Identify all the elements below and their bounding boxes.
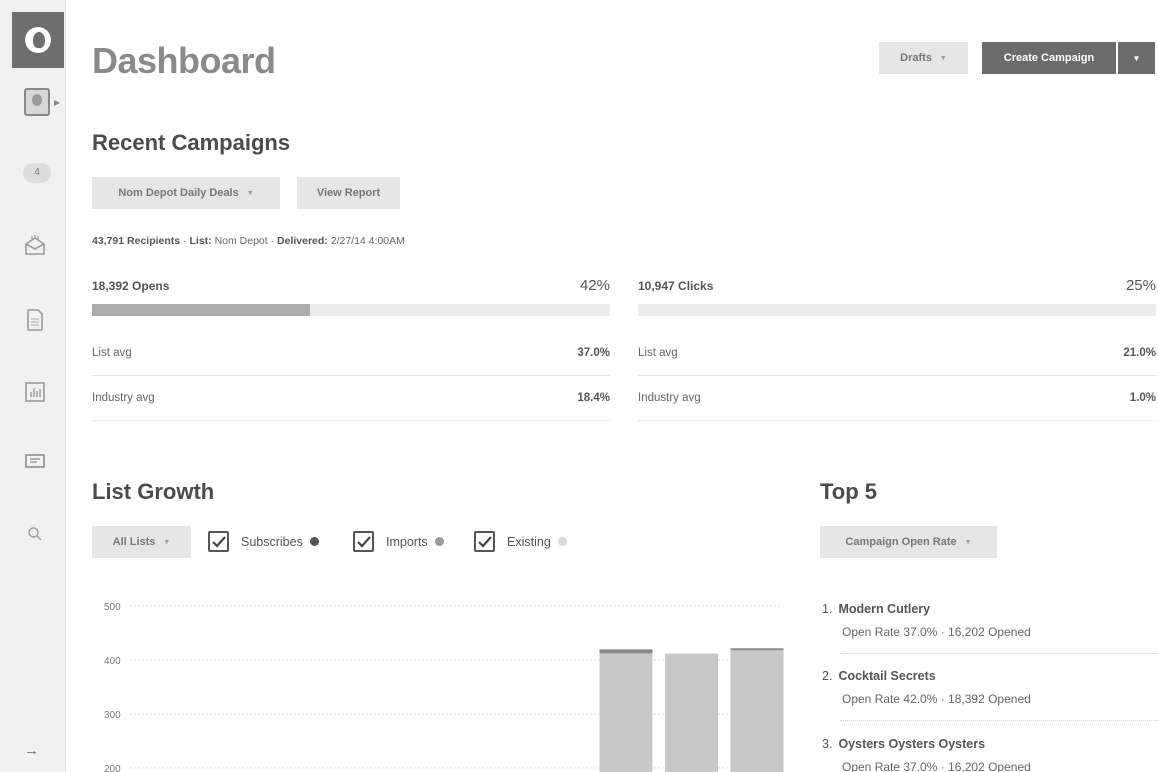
divider [638,375,1156,376]
ticket-icon[interactable] [21,447,49,475]
checkbox-checked-icon[interactable] [208,531,229,552]
y-tick-label: 400 [104,656,121,667]
existing-legend-dot [557,537,567,546]
top5-item-name[interactable]: Oysters Oysters Oysters [838,737,985,751]
chart-bar [599,651,653,772]
opens-industry-avg-value: 18.4% [577,392,610,404]
avatar-caret-icon[interactable]: ▶ [54,98,60,107]
chevron-down-icon: ▼ [964,538,972,546]
imports-label: Imports [386,534,428,549]
view-report-label: View Report [316,187,381,199]
opens-percent: 42% [579,277,610,294]
imports-toggle[interactable]: Imports [353,531,444,552]
top5-item-stats: Open Rate 42.0% · 18,392 Opened [842,692,1031,706]
subscribes-toggle[interactable]: Subscribes [208,531,319,552]
list-label: List: [189,235,212,247]
opens-progress-bar [92,304,610,316]
existing-label: Existing [507,534,551,549]
divider [92,375,610,376]
all-lists-dropdown[interactable]: All Lists ▼ [92,526,191,558]
list-growth-chart: 500 400 300 200 [104,602,784,772]
document-icon[interactable] [21,306,49,334]
checkbox-checked-icon[interactable] [353,531,374,552]
subscribes-legend-dot [309,537,319,546]
chevron-down-icon: ▼ [246,189,254,197]
divider [638,420,1156,421]
top5-metric-dropdown[interactable]: Campaign Open Rate ▼ [820,526,997,558]
campaign-select-label: Nom Depot Daily Deals [118,187,239,199]
top5-item[interactable]: 3. Oysters Oysters Oysters Open Rate 37.0… [822,737,1158,772]
drafts-label: Drafts [900,52,932,64]
list-value: Nom Depot [214,235,268,247]
campaign-meta: 43,791 Recipients · List: Nom Depot · De… [92,235,405,247]
top5-item[interactable]: 2. Cocktail Secrets Open Rate 42.0% · 18,… [822,669,1158,706]
opens-progress-fill [92,304,310,316]
all-lists-label: All Lists [112,536,156,548]
chart-bar-cap [599,649,653,654]
avatar-icon[interactable] [24,88,50,116]
checkbox-checked-icon[interactable] [474,531,495,552]
chart-icon[interactable] [21,378,49,406]
delivered-value: 2/27/14 4:00AM [330,235,405,247]
y-tick-label: 300 [104,710,121,721]
chevron-down-icon: ▼ [1132,53,1141,63]
top5-metric-label: Campaign Open Rate [845,536,957,548]
clicks-list-avg-value: 21.0% [1123,347,1156,359]
clicks-progress-bar [638,304,1156,316]
chevron-down-icon: ▼ [939,54,947,62]
top5-item-stats: Open Rate 37.0% · 16,202 Opened [842,760,1031,772]
top5-item[interactable]: 1. Modern Cutlery Open Rate 37.0% · 16,20… [822,602,1158,639]
page-title: Dashboard [92,40,276,81]
meta-separator: · [270,235,275,247]
opens-industry-avg-label: Industry avg [92,392,155,404]
logo-icon[interactable] [12,12,64,68]
create-campaign-label: Create Campaign [1003,52,1095,64]
search-icon[interactable] [21,520,49,548]
chart-bar [665,653,718,772]
create-campaign-menu-button[interactable]: ▼ [1118,42,1155,74]
campaign-select[interactable]: Nom Depot Daily Deals ▼ [92,177,280,209]
top5-item-number: 2. [822,669,833,683]
divider [840,720,1158,721]
meta-separator: · [183,235,187,247]
mail-icon[interactable] [21,232,49,260]
subscribes-label: Subscribes [241,534,303,549]
recent-campaigns-title: Recent Campaigns [92,130,291,155]
top5-title: Top 5 [820,479,878,504]
top5-item-name[interactable]: Cocktail Secrets [838,669,935,683]
y-tick-label: 500 [104,602,121,613]
chart-bar-cap [730,648,784,651]
top5-item-number: 1. [822,602,833,616]
clicks-list-avg-label: List avg [638,347,678,359]
clicks-industry-avg-value: 1.0% [1129,392,1156,404]
view-report-button[interactable]: View Report [297,177,400,209]
opens-list-avg-value: 37.0% [577,347,610,359]
divider [92,420,610,421]
notification-badge[interactable]: 4 [23,163,51,183]
divider [840,653,1158,654]
clicks-percent: 25% [1125,277,1156,294]
drafts-dropdown[interactable]: Drafts ▼ [879,42,968,74]
delivered-label: Delivered: [277,235,328,247]
chevron-down-icon: ▼ [163,538,171,546]
imports-legend-dot [434,537,444,546]
opens-label: 18,392 Opens [92,279,170,293]
recipients-count: 43,791 Recipients [92,235,181,247]
top5-item-number: 3. [822,737,833,751]
top5-item-name[interactable]: Modern Cutlery [838,602,930,616]
existing-toggle[interactable]: Existing [474,531,567,552]
sidebar: ▶ 4 → [0,0,66,772]
chart-bar [730,650,784,772]
create-campaign-button[interactable]: Create Campaign [982,42,1116,74]
opens-list-avg-label: List avg [92,347,132,359]
clicks-industry-avg-label: Industry avg [638,392,701,404]
list-growth-title: List Growth [92,479,215,504]
arrow-right-icon[interactable]: → [24,742,39,759]
y-tick-label: 200 [104,764,121,772]
top5-item-stats: Open Rate 37.0% · 16,202 Opened [842,625,1031,639]
clicks-label: 10,947 Clicks [638,279,714,293]
